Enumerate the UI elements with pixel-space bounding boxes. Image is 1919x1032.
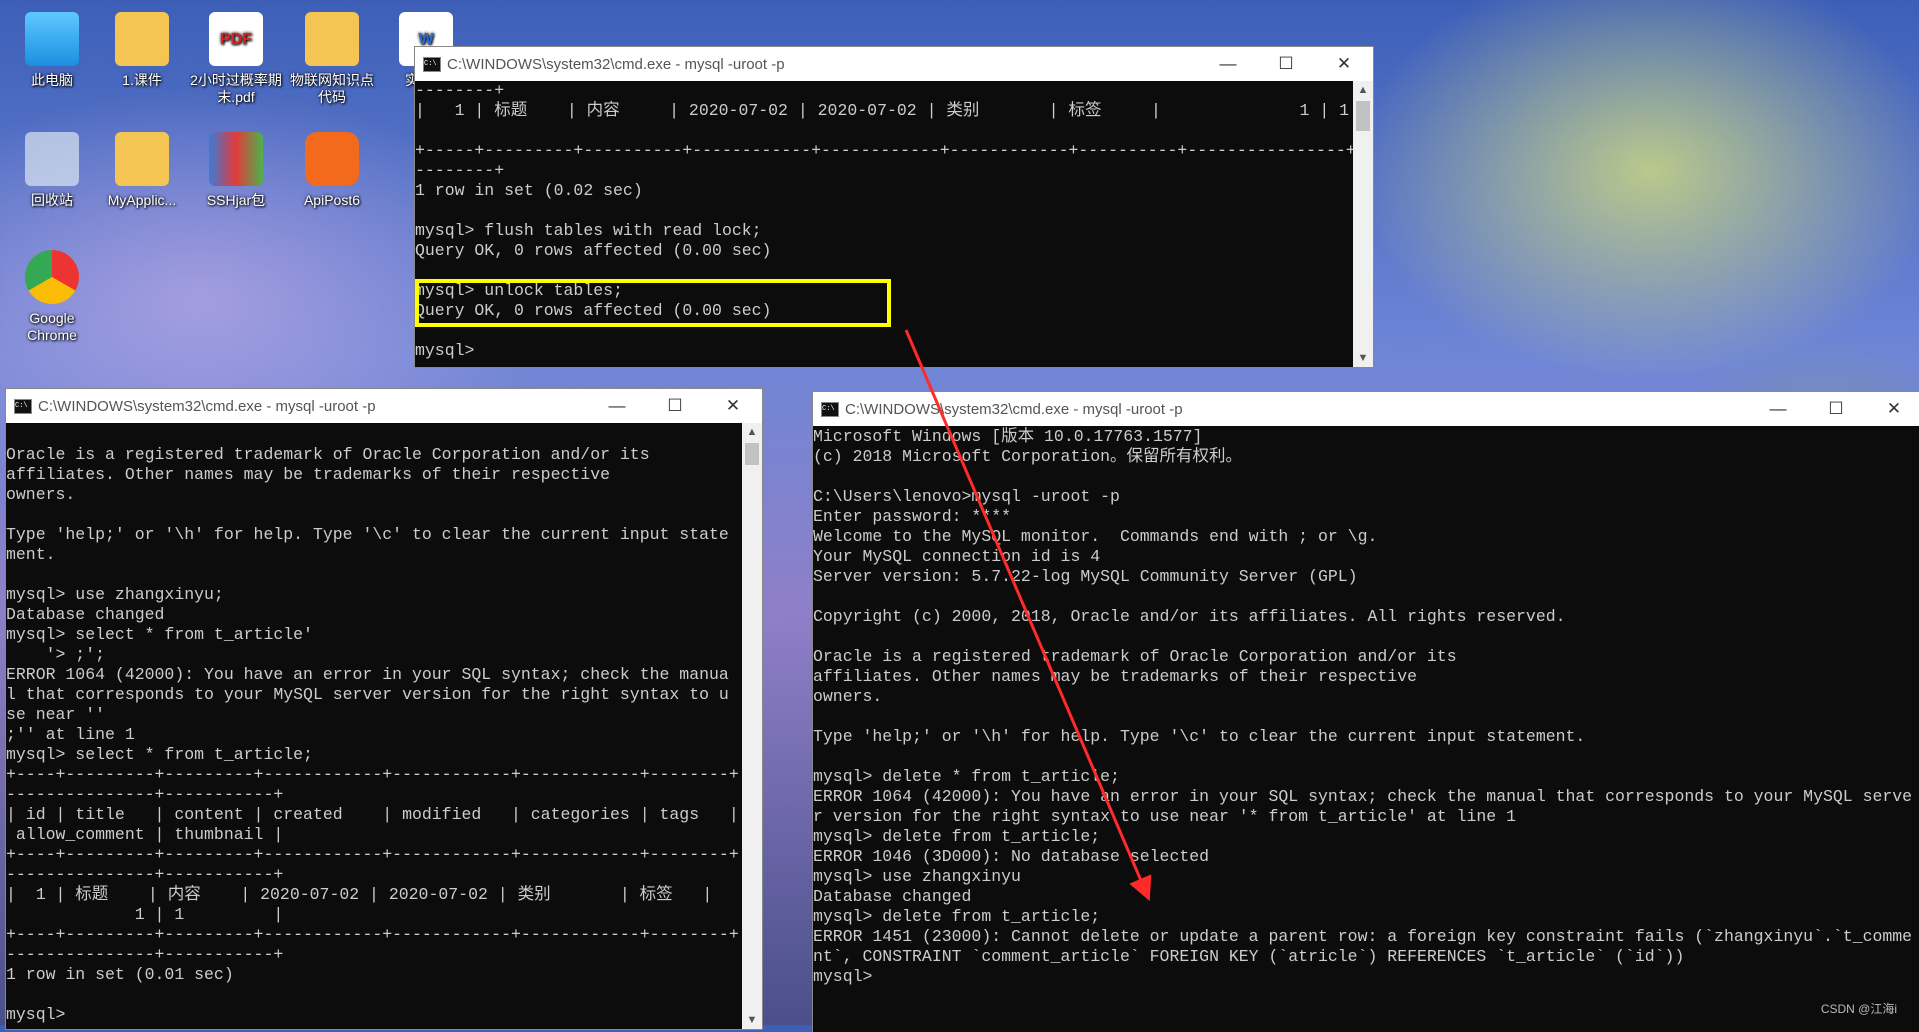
watermark: CSDN @江海i xyxy=(1820,1002,1897,1016)
red-arrow-annotation xyxy=(904,329,1152,902)
arrow-line xyxy=(904,329,1152,902)
